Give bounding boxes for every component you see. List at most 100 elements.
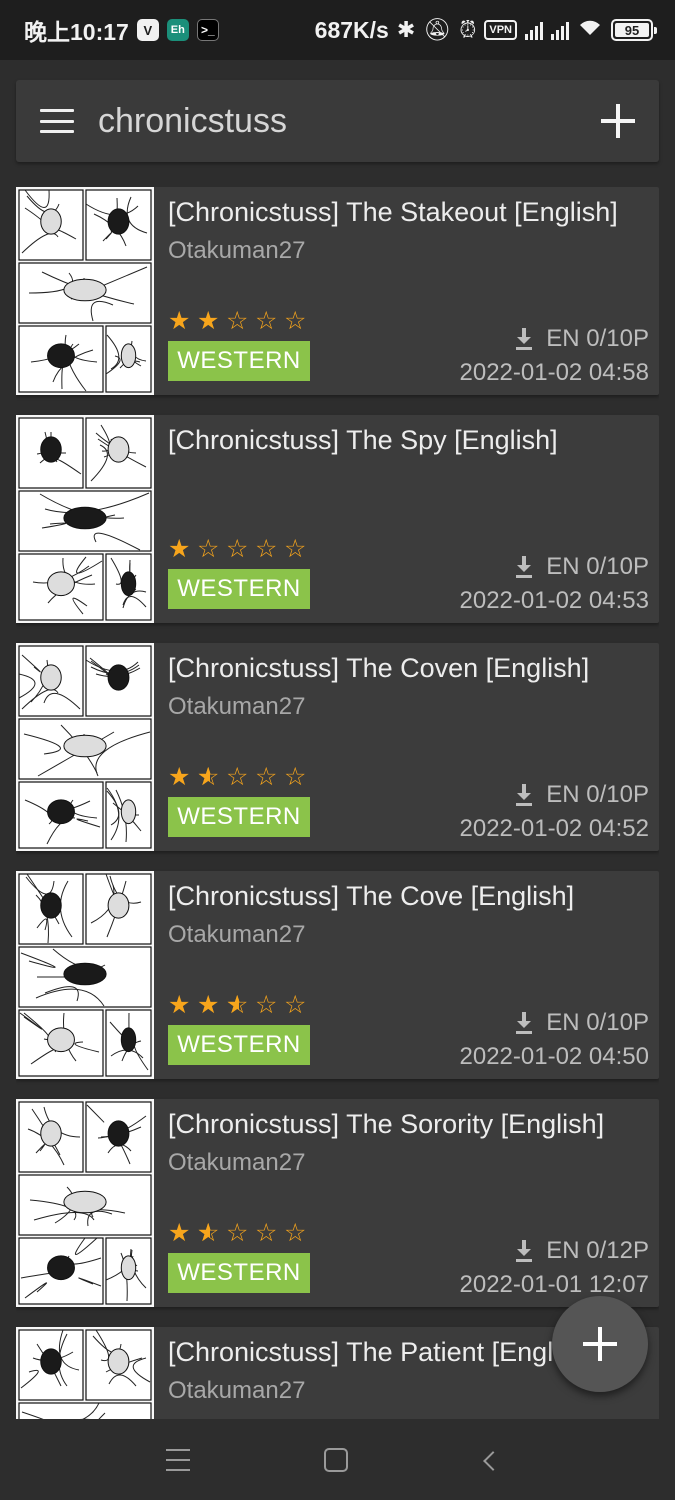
rating-stars: ★ ☆ ★ ☆ ☆ ☆ [168, 1219, 310, 1247]
language-pages: EN 0/10P [514, 781, 649, 809]
wifi-icon [577, 17, 603, 43]
gallery-date: 2022-01-01 12:07 [459, 1271, 650, 1298]
gallery-card[interactable]: [Chronicstuss] The Cove [English] Otakuma… [16, 871, 659, 1079]
language-pages: EN 0/10P [514, 1009, 649, 1037]
star-empty-icon: ☆ [226, 1219, 249, 1247]
star-empty-icon: ☆ [255, 991, 278, 1019]
gallery-date: 2022-01-02 04:50 [459, 1043, 650, 1070]
gallery-card[interactable]: [Chronicstuss] The Sorority [English] Ota… [16, 1099, 659, 1307]
download-icon [514, 1240, 534, 1262]
star-empty-icon: ☆ [284, 1219, 307, 1247]
star-half-icon: ☆ ★ [197, 1219, 220, 1247]
star-empty-icon: ☆ [255, 307, 278, 335]
rating-stars: ★ ☆ ☆ ☆ ☆ [168, 535, 310, 563]
signal-hd-icon [551, 20, 569, 40]
category-badge: WESTERN [168, 569, 310, 609]
gallery-card[interactable]: [Chronicstuss] The Spy [English] ★ ☆ ☆ ☆ ☆ WES… [16, 415, 659, 623]
gallery-thumbnail[interactable] [16, 871, 154, 1079]
rating-stars: ★ ★ ☆ ★ ☆ ☆ [168, 991, 310, 1019]
star-empty-icon: ☆ [255, 535, 278, 563]
gallery-thumbnail[interactable] [16, 415, 154, 623]
gallery-thumbnail[interactable] [16, 187, 154, 395]
gallery-uploader: Otakuman27 [168, 693, 306, 720]
menu-icon[interactable] [40, 109, 74, 133]
app-eh-icon: Eh [166, 19, 189, 41]
language-pages-text: EN 0/12P [546, 1237, 649, 1264]
star-empty-icon: ☆ [284, 307, 307, 335]
star-full-icon: ★ [168, 535, 191, 563]
language-pages-text: EN 0/10P [546, 781, 649, 808]
status-bar: 晚上10:17 V Eh >_ 687K/s ✱ 🔕︎ ⏰︎ VPN 95 [0, 0, 675, 60]
rating-stars: ★ ☆ ★ ☆ ☆ ☆ [168, 763, 310, 791]
gallery-list[interactable]: [Chronicstuss] The Stakeout [English] Ota… [16, 187, 659, 1419]
bluetooth-icon: ✱ [396, 17, 416, 42]
star-empty-icon: ☆ [284, 763, 307, 791]
star-full-icon: ★ [168, 763, 191, 791]
download-icon [514, 784, 534, 806]
download-icon [514, 556, 534, 578]
network-speed: 687K/s [314, 16, 389, 43]
gallery-title: [Chronicstuss] The Sorority [English] [168, 1109, 605, 1139]
star-full-icon: ★ [168, 1219, 191, 1247]
battery-icon: 95 [611, 19, 657, 41]
star-empty-icon: ☆ [284, 991, 307, 1019]
star-empty-icon: ☆ [226, 535, 249, 563]
bell-muted-icon: 🔕︎ [423, 17, 452, 42]
star-full-icon: ★ [197, 991, 220, 1019]
gallery-uploader: Otakuman27 [168, 921, 306, 948]
category-badge: WESTERN [168, 797, 310, 837]
star-half-icon: ☆ ★ [226, 991, 249, 1019]
floating-add-button[interactable] [552, 1296, 648, 1392]
language-pages: EN 0/10P [514, 553, 649, 581]
status-bar-right: 687K/s ✱ 🔕︎ ⏰︎ VPN 95 [314, 16, 657, 44]
star-empty-icon: ☆ [284, 535, 307, 563]
back-icon[interactable] [483, 1451, 503, 1471]
star-full-icon: ★ [197, 307, 220, 335]
star-empty-icon: ☆ [197, 535, 220, 563]
language-pages-text: EN 0/10P [546, 325, 649, 352]
gallery-date: 2022-01-02 04:58 [459, 359, 650, 386]
star-half-icon: ☆ ★ [197, 763, 220, 791]
gallery-card[interactable]: [Chronicstuss] The Stakeout [English] Ota… [16, 187, 659, 395]
gallery-thumbnail[interactable] [16, 1327, 154, 1419]
category-badge: WESTERN [168, 1253, 310, 1293]
gallery-uploader: Otakuman27 [168, 1149, 306, 1176]
category-badge: WESTERN [168, 1025, 310, 1065]
language-pages: EN 0/10P [514, 325, 649, 353]
signal-hd-icon [525, 20, 543, 40]
category-badge: WESTERN [168, 341, 310, 381]
vpn-icon: VPN [484, 20, 517, 40]
gallery-title: [Chronicstuss] The Coven [English] [168, 653, 590, 683]
app-v-icon: V [136, 19, 159, 41]
gallery-uploader: Otakuman27 [168, 237, 306, 264]
search-query[interactable]: chronicstuss [98, 102, 601, 141]
star-empty-icon: ☆ [255, 1219, 278, 1247]
system-nav-bar [0, 1420, 675, 1500]
rating-stars: ★ ★ ☆ ☆ ☆ [168, 307, 310, 335]
gallery-thumbnail[interactable] [16, 1099, 154, 1307]
star-empty-icon: ☆ [255, 763, 278, 791]
alarm-icon: ⏰︎ [459, 17, 477, 42]
gallery-title: [Chronicstuss] The Spy [English] [168, 425, 558, 455]
recents-icon[interactable] [166, 1449, 190, 1471]
add-icon[interactable] [601, 104, 635, 138]
star-empty-icon: ☆ [226, 307, 249, 335]
gallery-thumbnail[interactable] [16, 643, 154, 851]
gallery-date: 2022-01-02 04:53 [459, 587, 650, 614]
language-pages-text: EN 0/10P [546, 553, 649, 580]
language-pages: EN 0/12P [514, 1237, 649, 1265]
gallery-title: [Chronicstuss] The Stakeout [English] [168, 197, 618, 227]
star-full-icon: ★ [168, 991, 191, 1019]
download-icon [514, 1012, 534, 1034]
gallery-title: [Chronicstuss] The Cove [English] [168, 881, 575, 911]
star-empty-icon: ☆ [226, 763, 249, 791]
battery-level: 95 [624, 22, 640, 38]
home-icon[interactable] [324, 1448, 348, 1472]
status-time: 晚上10:17 [24, 19, 129, 45]
search-bar[interactable]: chronicstuss [16, 80, 659, 162]
star-full-icon: ★ [168, 307, 191, 335]
status-bar-left: 晚上10:17 V Eh >_ [24, 13, 219, 47]
gallery-date: 2022-01-02 04:52 [459, 815, 650, 842]
gallery-card[interactable]: [Chronicstuss] The Coven [English] Otakum… [16, 643, 659, 851]
gallery-uploader: Otakuman27 [168, 1377, 306, 1404]
